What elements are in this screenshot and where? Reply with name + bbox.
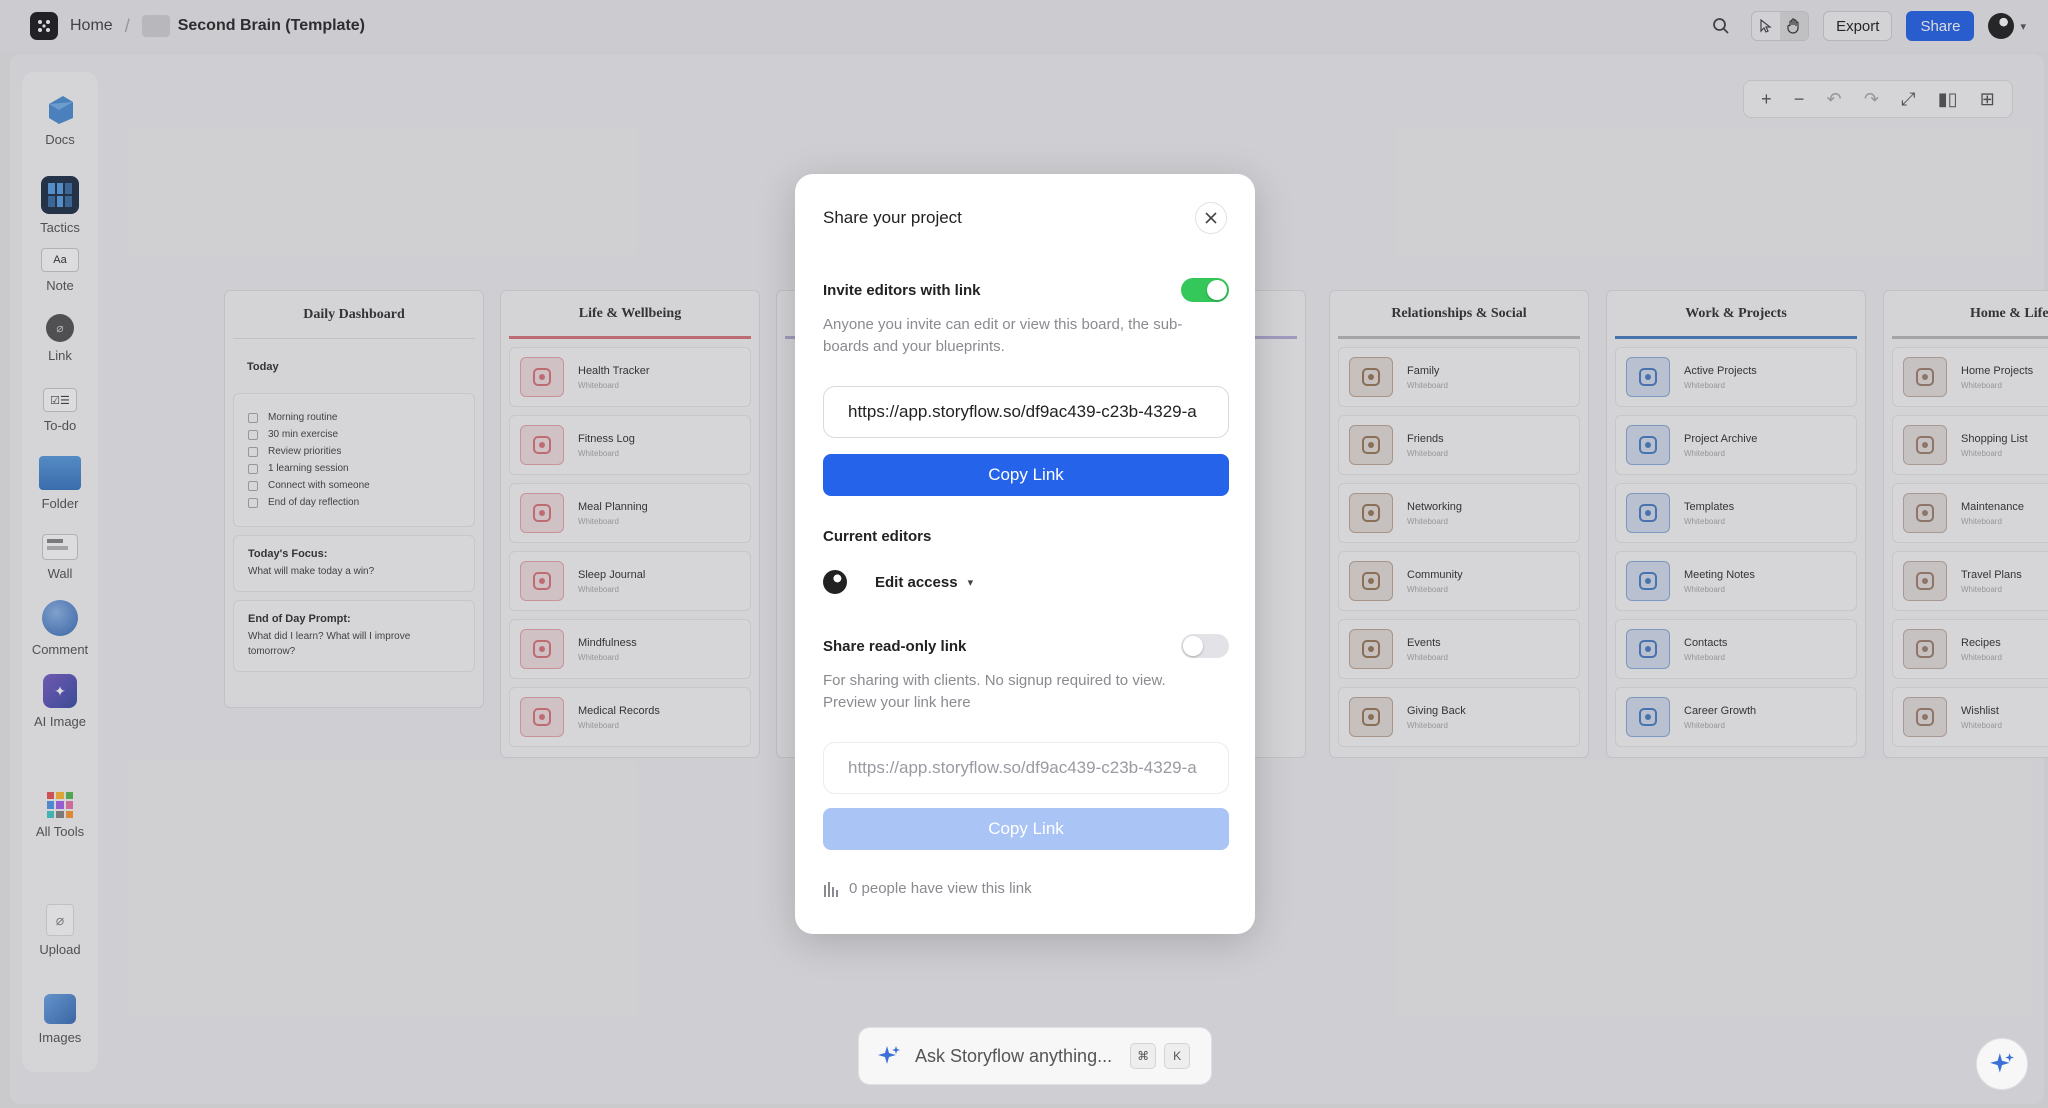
modal-title: Share your project: [823, 208, 962, 227]
bar-chart-icon: [824, 881, 838, 897]
invite-label: Invite editors with link: [823, 282, 981, 299]
close-button[interactable]: [1195, 202, 1227, 234]
editor-avatar: [823, 570, 847, 594]
views-row: 0 people have view this link: [823, 880, 1032, 897]
ask-bar[interactable]: Ask Storyflow anything... ⌘ K: [858, 1027, 1212, 1085]
share-modal: Share your project Invite editors with l…: [795, 174, 1255, 934]
ai-assistant-button[interactable]: [1976, 1038, 2028, 1090]
current-editors-label: Current editors: [823, 528, 932, 545]
sparkle-icon: [878, 1046, 900, 1064]
ask-placeholder: Ask Storyflow anything...: [915, 1045, 1113, 1066]
editor-link-field[interactable]: https://app.storyflow.so/df9ac439-c23b-4…: [823, 386, 1229, 438]
kbd-cmd: ⌘: [1130, 1043, 1157, 1069]
readonly-toggle[interactable]: [1181, 634, 1229, 658]
copy-readonly-link-button[interactable]: Copy Link: [823, 808, 1229, 850]
close-icon: [1205, 212, 1217, 224]
kbd-k: K: [1164, 1043, 1191, 1069]
edit-access-dropdown[interactable]: Edit access: [875, 574, 958, 591]
editor-row: Edit access ▾: [823, 570, 973, 594]
sparkle-icon: [1990, 1053, 2014, 1073]
copy-link-button[interactable]: Copy Link: [823, 454, 1229, 496]
readonly-description: For sharing with clients. No signup requ…: [823, 672, 1166, 711]
views-count-text: 0 people have view this link: [849, 880, 1032, 897]
invite-description: Anyone you invite can edit or view this …: [823, 316, 1183, 355]
readonly-link-field[interactable]: https://app.storyflow.so/df9ac439-c23b-4…: [823, 742, 1229, 794]
chevron-down-icon[interactable]: ▾: [968, 576, 974, 589]
invite-toggle[interactable]: [1181, 278, 1229, 302]
readonly-label: Share read-only link: [823, 638, 967, 655]
